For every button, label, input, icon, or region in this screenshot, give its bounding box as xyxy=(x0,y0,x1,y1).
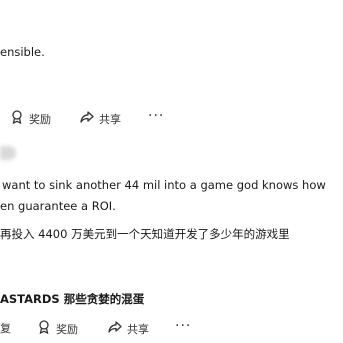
comment-text: ensible. xyxy=(0,45,45,59)
comment-action-bar: 复 奖励 共享 ··· xyxy=(0,318,343,338)
more-options-button[interactable]: ··· xyxy=(175,318,191,334)
reply-button[interactable]: 复 xyxy=(0,320,11,336)
comment-text-line: want to sink another 44 mil into a game … xyxy=(2,178,326,192)
comment-action-bar: 奖励 共享 ··· xyxy=(0,108,343,128)
avatar[interactable] xyxy=(0,146,16,160)
translated-text: 再投入 4400 万美元到一个天知道开发了多少年的游戏里 xyxy=(0,227,290,241)
award-icon xyxy=(10,110,24,127)
award-button[interactable]: 奖励 xyxy=(10,110,51,127)
share-button[interactable]: 共享 xyxy=(80,110,121,127)
share-label: 共享 xyxy=(99,112,121,126)
comment-text-line: en guarantee a ROI. xyxy=(0,199,116,213)
award-icon xyxy=(37,320,51,337)
share-button[interactable]: 共享 xyxy=(108,320,149,337)
share-label: 共享 xyxy=(127,322,149,336)
reply-label: 复 xyxy=(0,322,11,335)
award-label: 奖励 xyxy=(29,112,51,126)
award-button[interactable]: 奖励 xyxy=(37,320,78,337)
comment-heading: ASTARDS 那些贪婪的混蛋 xyxy=(0,292,145,306)
award-label: 奖励 xyxy=(56,322,78,336)
more-options-button[interactable]: ··· xyxy=(148,108,164,124)
share-icon xyxy=(108,320,122,337)
share-icon xyxy=(80,110,94,127)
